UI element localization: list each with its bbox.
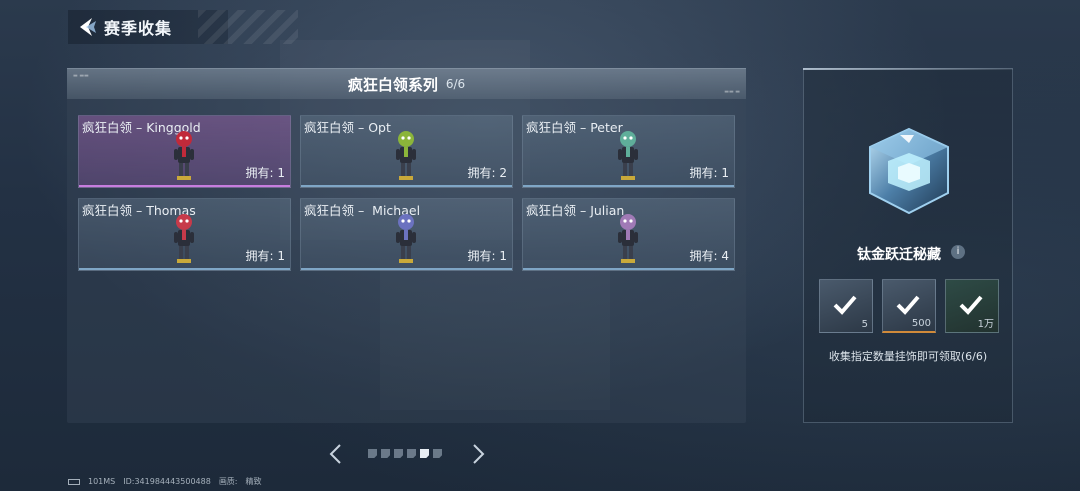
owned-count: 拥有: 1 xyxy=(245,166,286,180)
card-underline xyxy=(79,185,290,187)
page-indicator xyxy=(368,449,442,458)
status-footer: 101MS ID:341984443500488 画质: 精致 xyxy=(68,476,262,487)
top-bar: 赛季收集 xyxy=(68,10,298,44)
ping-text: 101MS xyxy=(88,477,116,486)
reward-items: 5 500 1万 xyxy=(819,279,999,333)
card-underline xyxy=(79,268,290,270)
collection-card[interactable]: 疯狂白领 – Julian 拥有: 4 xyxy=(522,198,735,271)
series-count: 6/6 xyxy=(445,77,466,91)
item-quantity: 5 xyxy=(861,319,868,330)
reward-item[interactable]: 1万 xyxy=(945,279,999,333)
battery-icon xyxy=(68,478,80,485)
owned-count: 拥有: 4 xyxy=(689,249,730,263)
character-figure-icon xyxy=(174,214,194,263)
next-page-button[interactable] xyxy=(468,442,488,466)
panel-header: ▬ ▬▬ 疯狂白领系列 6/6 ▬▬ ▬ xyxy=(67,68,746,99)
character-figure-icon xyxy=(396,131,416,180)
prev-page-button[interactable] xyxy=(326,442,346,466)
page-dot[interactable] xyxy=(420,449,429,458)
quality-label: 画质: xyxy=(218,477,238,486)
quality-value: 精致 xyxy=(245,477,262,486)
series-title: 疯狂白领系列 xyxy=(347,75,438,94)
collection-panel: ▬ ▬▬ 疯狂白领系列 6/6 ▬▬ ▬ 疯狂白领 – Kinggold 拥有: … xyxy=(67,68,746,423)
page-dot[interactable] xyxy=(407,449,416,458)
info-icon[interactable]: i xyxy=(951,245,965,259)
collection-card[interactable]: 疯狂白领 – Michael 拥有: 1 xyxy=(300,198,513,271)
titanium-chest-icon[interactable] xyxy=(862,125,956,217)
card-name: 疯狂白领 – Peter xyxy=(526,120,623,135)
page-dot[interactable] xyxy=(368,449,377,458)
item-quantity: 1万 xyxy=(977,319,994,330)
page-dot[interactable] xyxy=(394,449,403,458)
page-title: 赛季收集 xyxy=(104,19,173,38)
reward-item[interactable]: 5 xyxy=(819,279,873,333)
owned-count: 拥有: 1 xyxy=(245,249,286,263)
collection-card[interactable]: 疯狂白领 – Thomas 拥有: 1 xyxy=(78,198,291,271)
card-name: 疯狂白领 – Opt xyxy=(304,120,391,135)
reward-item[interactable]: 500 xyxy=(882,279,936,333)
character-figure-icon xyxy=(396,214,416,263)
character-figure-icon xyxy=(174,131,194,180)
item-quantity: 500 xyxy=(911,318,931,329)
plate-icon xyxy=(896,295,920,315)
owned-count: 拥有: 2 xyxy=(467,166,508,180)
decorative-mark: ▬▬ ▬ xyxy=(724,89,740,95)
back-button[interactable] xyxy=(68,10,104,44)
collection-card[interactable]: 疯狂白领 – Peter 拥有: 1 xyxy=(522,115,735,188)
owned-count: 拥有: 1 xyxy=(689,166,730,180)
reward-description: 收集指定数量挂饰即可领取(6/6) xyxy=(828,350,988,363)
page-dot[interactable] xyxy=(381,449,390,458)
card-underline xyxy=(523,185,734,187)
reward-name: 钛金跃迁秘藏 xyxy=(857,247,941,263)
armor-icon xyxy=(833,295,857,315)
player-id: ID:341984443500488 xyxy=(123,477,211,486)
card-underline xyxy=(523,268,734,270)
back-arrow-icon xyxy=(80,18,96,36)
owned-count: 拥有: 1 xyxy=(467,249,508,263)
character-figure-icon xyxy=(618,131,638,180)
collection-card[interactable]: 疯狂白领 – Kinggold 拥有: 1 xyxy=(78,115,291,188)
card-name: 疯狂白领 – Julian xyxy=(526,203,625,218)
card-underline xyxy=(301,268,512,270)
card-underline xyxy=(301,185,512,187)
collection-card[interactable]: 疯狂白领 – Opt 拥有: 2 xyxy=(300,115,513,188)
page-dot[interactable] xyxy=(433,449,442,458)
reward-panel: 钛金跃迁秘藏 i 5 500 1万 收集指定数量挂饰即可领取(6/6) xyxy=(803,68,1013,423)
decorative-mark: ▬ ▬▬ xyxy=(73,73,89,79)
character-figure-icon xyxy=(618,214,638,263)
